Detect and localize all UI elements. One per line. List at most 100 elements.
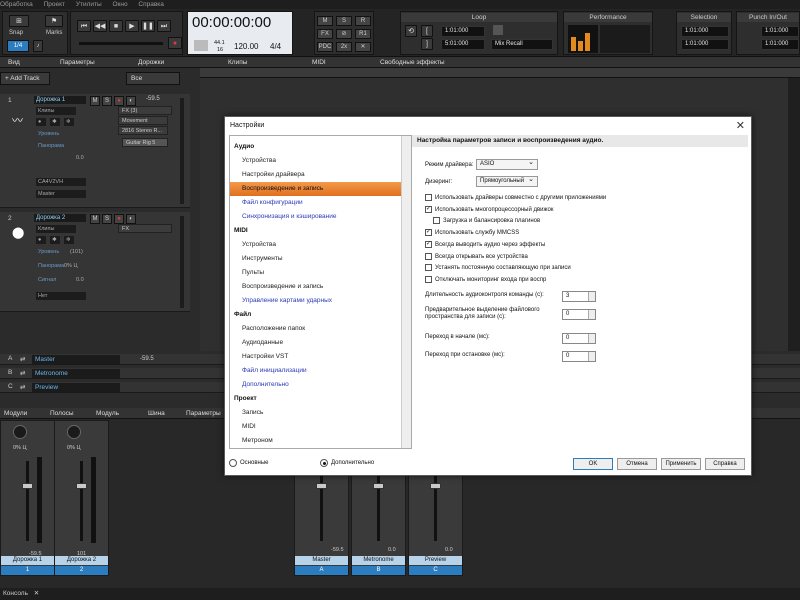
loop-out-icon[interactable]: ] [421,38,433,50]
menu-tracks[interactable]: Дорожки [138,57,164,68]
track-fx-icon[interactable]: ✱ [50,236,60,244]
transport-slider[interactable] [79,42,163,45]
nav-item[interactable]: AudioSnap [230,448,401,449]
menu-edit[interactable]: Обработка [0,0,33,9]
track-pan-value[interactable]: 0.0 [76,155,84,161]
stop-icon[interactable]: ■ [109,20,123,32]
add-track-button[interactable]: + Add Track [0,72,50,85]
checkbox[interactable] [425,275,432,283]
menu-options[interactable]: Параметры [60,57,95,68]
console-menu-bus[interactable]: Шина [148,410,165,417]
x-button[interactable]: ✕ [355,42,371,52]
track-send-value[interactable]: 0.0 [76,277,84,283]
track-mute[interactable]: M [90,96,100,106]
cancel-button[interactable]: Отмена [617,458,657,470]
track-arm[interactable]: ● [114,214,124,224]
selection-end[interactable]: 1:01:000 [681,39,729,50]
help-button[interactable]: Справка [705,458,745,470]
tempo[interactable]: 120.00 [234,42,258,51]
menu-midi[interactable]: MIDI [312,57,326,68]
time-display[interactable]: 00:00:00:00 [192,14,271,31]
loop-icon[interactable]: ⟲ [405,25,417,37]
fader-knob[interactable] [430,483,441,489]
track-volume[interactable]: -59.5 [146,96,160,102]
punch-start[interactable]: 1:01:000 [761,26,799,37]
fader-knob[interactable] [76,483,87,489]
track-name[interactable]: Дорожка 1 [34,96,86,104]
bus-volume[interactable]: -59.5 [140,356,154,362]
strip-name[interactable]: Master [295,556,348,565]
dither-select[interactable]: Прямоугольный [476,175,538,187]
disable-fx-icon[interactable]: ⊘ [336,29,352,39]
bus-name[interactable]: Preview [32,383,120,392]
menu-view[interactable]: Вид [8,57,20,68]
radio-basic[interactable] [229,459,237,467]
menu-help[interactable]: Справка [138,0,164,9]
punch-end[interactable]: 1:01:000 [761,39,799,50]
console-menu-strips[interactable]: Полосы [50,410,74,417]
console-menu-modules[interactable]: Модули [4,410,27,417]
track-snow-icon[interactable]: ❄ [64,236,74,244]
nav-item[interactable]: Устройства [230,238,401,252]
play-icon[interactable]: ▶ [125,20,139,32]
menu-free-effects[interactable]: Свободные эффекты [380,57,445,68]
menu-utilities[interactable]: Утилиты [76,0,102,9]
apply-button[interactable]: Применить [661,458,701,470]
track-rec-icon[interactable]: ● [36,118,46,126]
strip-name[interactable]: Metronome [352,556,405,565]
nav-item[interactable]: Запись [230,406,401,420]
nav-item[interactable]: Расположение папок [230,322,401,336]
bus-routing-icon[interactable]: ⇄ [20,355,25,363]
strip-name[interactable]: Дорожка 1 [1,556,54,565]
menu-window[interactable]: Окно [112,0,127,9]
fader-knob[interactable] [373,483,384,489]
spin-input[interactable]: 3 [562,291,596,302]
spin-input[interactable]: 0 [562,309,596,320]
nav-item[interactable]: Воспроизведение и запись [230,280,401,294]
track-solo[interactable]: S [102,214,112,224]
loop-start[interactable]: 1:01:000 [441,26,485,37]
nav-category[interactable]: Проект [230,392,401,406]
nav-item[interactable]: Воспроизведение и запись [230,182,401,196]
strip-name[interactable]: Дорожка 2 [55,556,108,565]
fx-bin-header[interactable]: FX (3) [118,106,172,115]
r1-button[interactable]: R1 [355,29,371,39]
nav-scrollbar[interactable] [401,136,411,448]
checkbox[interactable]: ✓ [425,240,432,248]
bus-routing-icon[interactable]: ⇄ [20,383,25,391]
forward-end-icon[interactable]: ⏭ [157,20,171,32]
checkbox[interactable] [425,264,432,272]
track-input[interactable]: CA4V2VH [36,178,86,186]
fx-guitar-rig[interactable]: Guitar Rig 5 [122,138,168,147]
track-solo[interactable]: S [102,96,112,106]
nav-item[interactable]: Файл конфигурации [230,196,401,210]
spin-input[interactable]: 0 [562,333,596,344]
track-pan-value[interactable]: 0% Ц [64,263,78,269]
nav-item[interactable]: Пульты [230,266,401,280]
pause-icon[interactable]: ❚❚ [141,20,155,32]
fx-button[interactable]: FX [317,29,333,39]
track-monitor[interactable]: ◐ [126,214,136,224]
track-name[interactable]: Дорожка 2 [34,214,86,222]
selection-start[interactable]: 1:01:000 [681,26,729,37]
nav-item[interactable]: Аудиоданные [230,336,401,350]
nav-item[interactable]: Устройства [230,154,401,168]
close-icon[interactable]: ✕ [736,119,745,132]
strip-name[interactable]: Preview [409,556,462,565]
mute-button[interactable]: M [317,16,333,26]
record-icon[interactable]: ● [168,37,182,49]
nav-item[interactable]: Синхронизация и кэширование [230,210,401,224]
track-fx-icon[interactable]: ✱ [50,118,60,126]
bus-name[interactable]: Metronome [32,369,120,378]
nav-item[interactable]: Файл инициализации [230,364,401,378]
checkbox[interactable]: ✓ [425,229,432,237]
rewind-start-icon[interactable]: ⏮ [77,20,91,32]
track-mute[interactable]: M [90,214,100,224]
loop-end[interactable]: 5:01:000 [441,39,485,50]
spin-input[interactable]: 0 [562,351,596,362]
nav-item[interactable]: Метроном [230,434,401,448]
fader-knob[interactable] [22,483,33,489]
loop-in-icon[interactable]: [ [421,25,433,37]
snap-value[interactable]: 1/4 [7,40,29,52]
menu-project[interactable]: Проект [44,0,65,9]
